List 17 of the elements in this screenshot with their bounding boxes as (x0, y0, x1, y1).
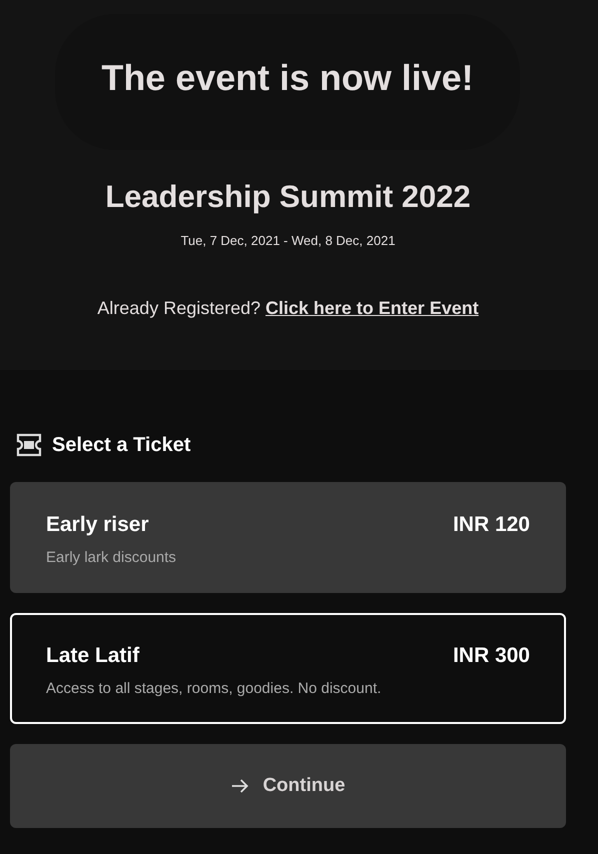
arrow-right-icon (230, 778, 249, 794)
ticket-price: INR 300 (452, 643, 530, 669)
ticket-option[interactable]: Early riser INR 120 Early lark discounts (10, 482, 566, 593)
section-heading: Select a Ticket (52, 433, 191, 458)
ticket-name: Late Latif (46, 643, 140, 669)
ticket-icon (16, 433, 42, 457)
ticket-name: Early riser (46, 512, 149, 538)
ticket-description: Early lark discounts (46, 548, 178, 568)
continue-button[interactable]: Continue (10, 744, 566, 828)
ticket-price: INR 120 (452, 512, 530, 538)
live-banner-title: The event is now live! (101, 56, 474, 100)
event-dates: Tue, 7 Dec, 2021 - Wed, 8 Dec, 2021 (180, 232, 396, 250)
registered-prompt: Already Registered? (97, 298, 260, 318)
ticket-option[interactable]: Late Latif INR 300 Access to all stages, rooms, goodies. No discount. (10, 613, 566, 724)
enter-event-link[interactable]: Click here to Enter Event (266, 298, 479, 318)
ticket-description: Access to all stages, rooms, goodies. No discount. (46, 678, 382, 698)
event-title: Leadership Summit 2022 (104, 178, 472, 216)
